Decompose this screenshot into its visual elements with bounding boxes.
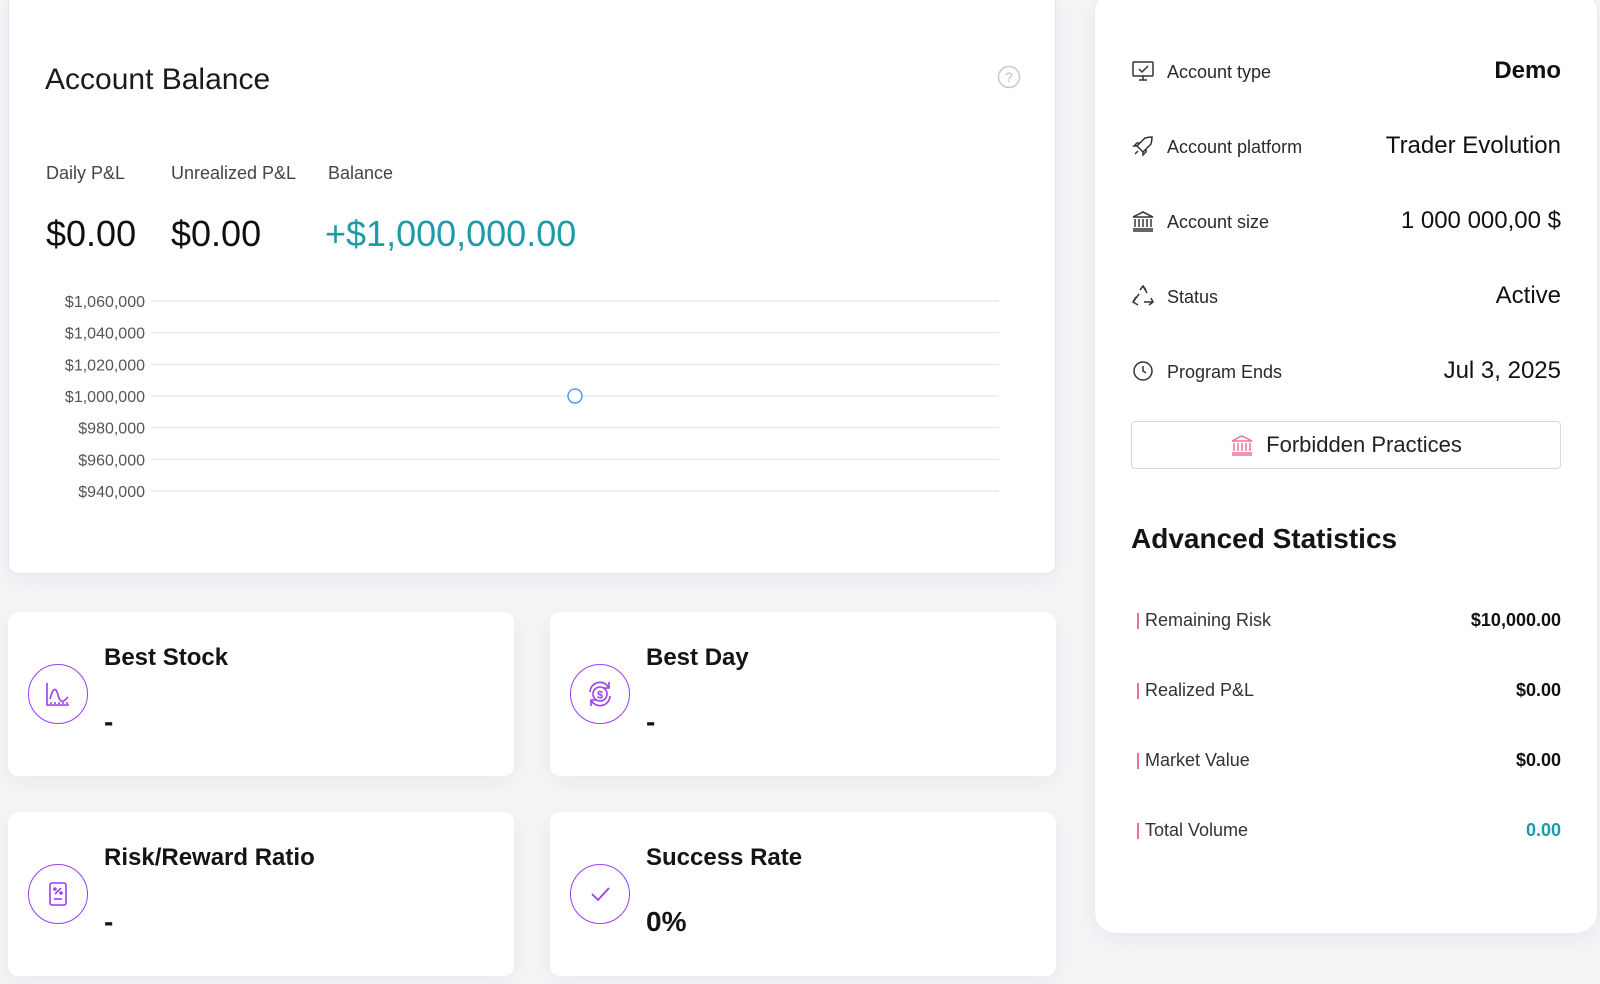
svg-text:$: $ <box>597 690 603 702</box>
realized-pnl-label: Realized P&L <box>1145 680 1255 700</box>
row-accent-bar <box>1137 823 1139 839</box>
daily-pnl-value: $0.00 <box>46 213 137 254</box>
monitor-icon <box>1132 61 1154 81</box>
account-balance-title: Account Balance <box>45 63 271 96</box>
dollar-cycle-icon: $ <box>570 664 630 724</box>
account-type-row: Account type Demo <box>1131 51 1561 91</box>
program-ends-row: Program Ends Jul 3, 2025 <box>1131 351 1561 391</box>
best-day-card: $ Best Day - <box>550 612 1056 776</box>
success-rate-card: Success Rate 0% <box>550 812 1056 976</box>
account-type-label: Account type <box>1167 62 1272 82</box>
success-rate-title: Success Rate <box>646 844 803 871</box>
account-platform-row: Account platform Trader Evolution <box>1131 126 1561 166</box>
balance-data-point[interactable] <box>567 388 583 404</box>
account-size-value: 1 000 000,00 $ <box>1400 207 1561 234</box>
recycle-icon <box>1131 284 1154 306</box>
row-accent-bar <box>1137 753 1139 769</box>
account-balance-card: Account Balance ? Daily P&L Unrealized P… <box>8 0 1056 574</box>
realized-pnl-row: Realized P&L $0.00 <box>1131 675 1561 705</box>
rocket-icon <box>1132 136 1153 157</box>
help-icon[interactable]: ? <box>997 65 1021 89</box>
check-icon <box>570 864 630 924</box>
risk-reward-value: - <box>104 906 114 937</box>
y-tick-label: $940,000 <box>78 484 145 501</box>
program-ends-label: Program Ends <box>1167 362 1283 382</box>
total-volume-value: 0.00 <box>1525 820 1561 840</box>
total-volume-label: Total Volume <box>1145 820 1249 840</box>
total-volume-row: Total Volume 0.00 <box>1131 815 1561 845</box>
market-value-label: Market Value <box>1145 750 1250 770</box>
daily-pnl-label: Daily P&L <box>46 163 126 183</box>
account-size-label: Account size <box>1167 212 1270 232</box>
y-tick-label: $980,000 <box>78 421 145 438</box>
account-platform-label: Account platform <box>1167 137 1303 157</box>
forbidden-practices-label: Forbidden Practices <box>1266 432 1462 457</box>
clock-icon <box>1133 361 1153 381</box>
success-rate-value: 0% <box>646 906 687 937</box>
row-accent-bar <box>1137 613 1139 629</box>
forbidden-practices-button[interactable]: Forbidden Practices <box>1131 421 1561 469</box>
remaining-risk-label: Remaining Risk <box>1145 610 1272 630</box>
account-info-panel: Account type Demo Account platform Trade… <box>1094 0 1598 934</box>
status-label: Status <box>1167 287 1219 307</box>
unrealized-pnl-value: $0.00 <box>171 213 262 254</box>
y-tick-label: $1,060,000 <box>65 294 145 311</box>
svg-text:?: ? <box>1005 69 1013 85</box>
market-value-value: $0.00 <box>1515 750 1561 770</box>
balance-chart: $1,060,000 $1,040,000 $1,020,000 $1,000,000… <box>65 294 999 501</box>
unrealized-pnl-label: Unrealized P&L <box>171 163 297 183</box>
balance-value: +$1,000,000.00 <box>325 213 577 254</box>
bank-icon <box>1231 435 1253 456</box>
best-stock-card: Best Stock - <box>8 612 514 776</box>
best-day-value: - <box>646 706 656 737</box>
percent-document-icon <box>28 864 88 924</box>
account-platform-value: Trader Evolution <box>1385 132 1561 159</box>
y-tick-label: $1,000,000 <box>65 389 145 406</box>
account-size-row: Account size 1 000 000,00 $ <box>1131 201 1561 241</box>
row-accent-bar <box>1137 683 1139 699</box>
y-tick-label: $1,020,000 <box>65 357 145 374</box>
best-stock-value: - <box>104 706 114 737</box>
risk-reward-card: Risk/Reward Ratio - <box>8 812 514 976</box>
market-value-row: Market Value $0.00 <box>1131 745 1561 775</box>
realized-pnl-value: $0.00 <box>1515 680 1561 700</box>
status-row: Status Active <box>1131 276 1561 316</box>
remaining-risk-row: Remaining Risk $10,000.00 <box>1131 605 1561 635</box>
account-type-value: Demo <box>1494 57 1561 84</box>
program-ends-value: Jul 3, 2025 <box>1443 357 1561 384</box>
remaining-risk-value: $10,000.00 <box>1470 610 1561 630</box>
advanced-statistics-title: Advanced Statistics <box>1131 523 1398 554</box>
chart-curve-icon <box>28 664 88 724</box>
risk-reward-title: Risk/Reward Ratio <box>104 844 315 871</box>
y-tick-label: $960,000 <box>78 452 145 469</box>
best-day-title: Best Day <box>646 644 749 671</box>
balance-label: Balance <box>328 163 394 183</box>
status-value: Active <box>1495 282 1561 309</box>
best-stock-title: Best Stock <box>104 644 229 671</box>
bank-icon <box>1132 211 1154 232</box>
y-tick-label: $1,040,000 <box>65 326 145 343</box>
